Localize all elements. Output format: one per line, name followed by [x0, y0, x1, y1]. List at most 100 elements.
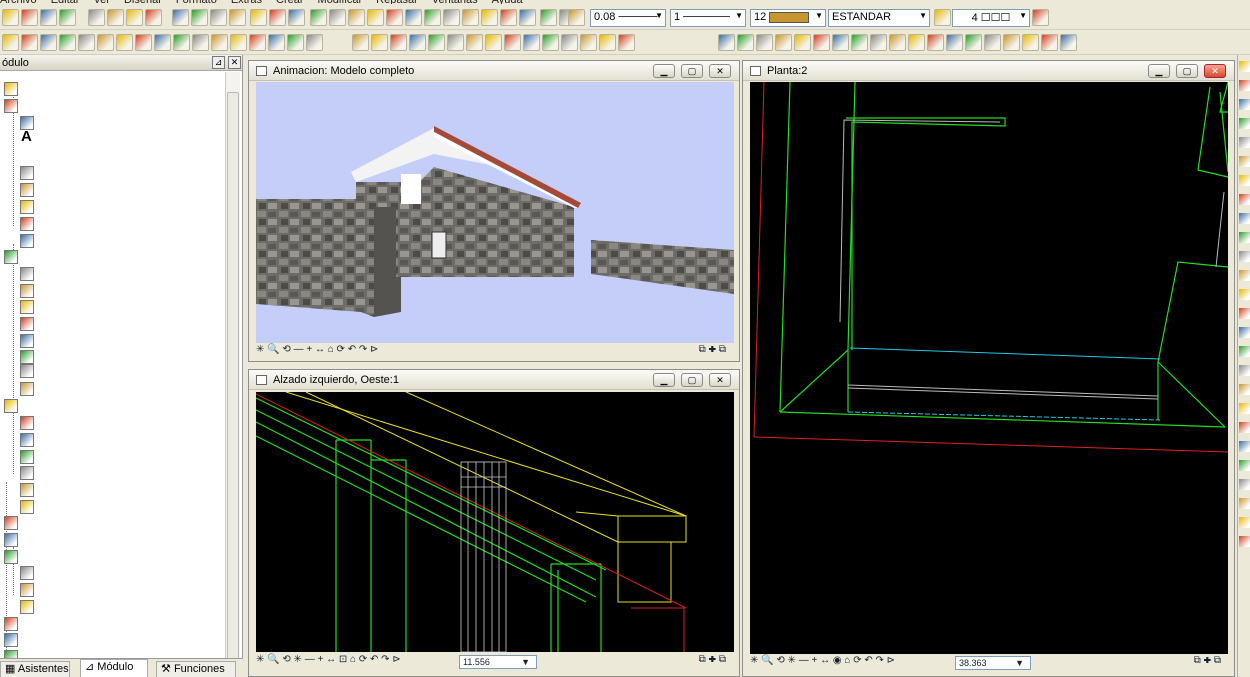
toolbar-tool-icon[interactable]: [1041, 34, 1058, 51]
toolbar-tool-icon[interactable]: [173, 34, 190, 51]
side-tool-icon[interactable]: [1239, 213, 1250, 224]
module-tree-item-icon[interactable]: [4, 617, 18, 631]
toolbar-tool-icon[interactable]: [409, 34, 426, 51]
minimize-button[interactable]: ▁: [1148, 64, 1170, 78]
layer-combo[interactable]: ESTANDAR ▼: [828, 9, 930, 27]
side-tool-icon[interactable]: [1239, 460, 1250, 471]
module-tree-item-icon[interactable]: [20, 284, 34, 298]
toolbar-tool-icon[interactable]: [424, 9, 441, 26]
side-tool-icon[interactable]: [1239, 403, 1250, 414]
module-tree-item-icon[interactable]: [20, 382, 34, 396]
module-tree-item-icon[interactable]: [20, 350, 34, 364]
view-extra-icons[interactable]: ⧉ ✚ ⧉: [699, 344, 726, 355]
module-tree-item-icon[interactable]: [20, 566, 34, 580]
toolbar-tool-icon[interactable]: [618, 34, 635, 51]
toolbar-tool-icon[interactable]: [172, 9, 189, 26]
toolbar-tool-icon[interactable]: [386, 9, 403, 26]
toolbar-tool-icon[interactable]: [2, 9, 19, 26]
plan-window-titlebar[interactable]: Planta:2 ▁ ▢ ✕: [743, 61, 1234, 81]
module-tree-item-icon[interactable]: [20, 334, 34, 348]
toolbar-tool-icon[interactable]: [288, 9, 305, 26]
toolbar-tool-icon[interactable]: [580, 34, 597, 51]
pin-icon[interactable]: ⊿: [212, 56, 225, 69]
animation-window[interactable]: Animacion: Modelo completo ▁ ▢ ✕ ✳ 🔍 ⟲ —…: [248, 60, 740, 362]
toolbar-tool-icon[interactable]: [40, 9, 57, 26]
toolbar-tool-icon[interactable]: [485, 34, 502, 51]
toolbar-tool-icon[interactable]: [756, 34, 773, 51]
side-tool-icon[interactable]: [1239, 441, 1250, 452]
side-tool-icon[interactable]: [1239, 346, 1250, 357]
toolbar-tool-icon[interactable]: [229, 9, 246, 26]
toolbar-tool-icon[interactable]: [561, 34, 578, 51]
toolbar-tool-icon[interactable]: [832, 34, 849, 51]
module-tree-item-icon[interactable]: [20, 500, 34, 514]
toolbar-tool-icon[interactable]: [934, 9, 951, 26]
side-tool-icon[interactable]: [1239, 99, 1250, 110]
elevation-viewport[interactable]: [256, 392, 734, 652]
module-tree-item-icon[interactable]: [20, 183, 34, 197]
side-tool-icon[interactable]: [1239, 327, 1250, 338]
toolbar-tool-icon[interactable]: [908, 34, 925, 51]
tab-asistentes[interactable]: ▦ Asistentes: [0, 661, 70, 677]
toolbar-tool-icon[interactable]: [230, 34, 247, 51]
menu-item-8[interactable]: Repasar: [376, 0, 418, 4]
toolbar-tool-icon[interactable]: [737, 34, 754, 51]
toolbar-tool-icon[interactable]: [107, 9, 124, 26]
toolbar-tool-icon[interactable]: [59, 34, 76, 51]
view-tools-icons[interactable]: ✳ 🔍 ⟲ ✳ — + ↔ ◉ ⌂ ⟳ ↶ ↷ ⊳: [750, 655, 895, 666]
toolbar-tool-icon[interactable]: [1003, 34, 1020, 51]
toolbar-tool-icon[interactable]: [599, 34, 616, 51]
toolbar-tool-icon[interactable]: [794, 34, 811, 51]
toolbar-tool-icon[interactable]: [192, 34, 209, 51]
toolbar-tool-icon[interactable]: [97, 34, 114, 51]
module-tree-item-icon[interactable]: [20, 166, 34, 180]
toolbar-tool-icon[interactable]: [135, 34, 152, 51]
view-extra-icons[interactable]: ⧉ ✚ ⧉: [1194, 655, 1221, 666]
module-tree-item-icon[interactable]: [20, 583, 34, 597]
menu-item-2[interactable]: Ver: [93, 0, 110, 4]
line-thickness-combo[interactable]: 0.08 ───── ▼: [590, 9, 666, 27]
side-tool-icon[interactable]: [1239, 270, 1250, 281]
toolbar-tool-icon[interactable]: [540, 9, 557, 26]
side-tool-icon[interactable]: [1239, 536, 1250, 547]
side-tool-icon[interactable]: [1239, 498, 1250, 509]
toolbar-tool-icon[interactable]: [519, 9, 536, 26]
menu-item-0[interactable]: Archivo: [0, 0, 37, 4]
elevation-scale-combo[interactable]: 11.556 ▼: [459, 655, 537, 669]
maximize-button[interactable]: ▢: [681, 64, 703, 78]
minimize-button[interactable]: ▁: [653, 373, 675, 387]
toolbar-tool-icon[interactable]: [870, 34, 887, 51]
pen-color-combo[interactable]: 12 ▼: [750, 9, 826, 27]
minimize-button[interactable]: ▁: [653, 64, 675, 78]
menu-item-10[interactable]: Ayuda: [492, 0, 523, 4]
toolbar-tool-icon[interactable]: [59, 9, 76, 26]
maximize-button[interactable]: ▢: [681, 373, 703, 387]
toolbar-tool-icon[interactable]: [718, 34, 735, 51]
plan-window[interactable]: Planta:2 ▁ ▢ ✕ ✳ 🔍 ⟲ ✳ — + ↔ ◉ ⌂ ⟳ ↶ ↷ ⊳…: [742, 60, 1235, 677]
menu-item-3[interactable]: Diseñar: [124, 0, 162, 4]
sidebar-scrollbar[interactable]: [225, 72, 240, 677]
side-tool-icon[interactable]: [1239, 61, 1250, 72]
toolbar-tool-icon[interactable]: [348, 9, 365, 26]
toolbar-tool-icon[interactable]: [568, 9, 585, 26]
toolbar-tool-icon[interactable]: [78, 34, 95, 51]
side-tool-icon[interactable]: [1239, 251, 1250, 262]
toolbar-tool-icon[interactable]: [481, 9, 498, 26]
module-tree-item-icon[interactable]: [20, 600, 34, 614]
module-tree-item-icon[interactable]: [20, 416, 34, 430]
text-tool-icon[interactable]: A: [21, 128, 32, 145]
toolbar-tool-icon[interactable]: [1022, 34, 1039, 51]
toolbar-tool-icon[interactable]: [542, 34, 559, 51]
module-tree-item-icon[interactable]: [20, 364, 34, 378]
side-tool-icon[interactable]: [1239, 232, 1250, 243]
tab-modulo[interactable]: ⊿ Módulo: [80, 659, 148, 677]
plan-viewport[interactable]: [750, 82, 1228, 654]
toolbar-tool-icon[interactable]: [21, 9, 38, 26]
toolbar-tool-icon[interactable]: [405, 9, 422, 26]
side-tool-icon[interactable]: [1239, 118, 1250, 129]
toolbar-tool-icon[interactable]: [367, 9, 384, 26]
toolbar-tool-icon[interactable]: [371, 34, 388, 51]
toolbar-tool-icon[interactable]: [443, 9, 460, 26]
toolbar-tool-icon[interactable]: [462, 9, 479, 26]
menu-item-6[interactable]: Crear: [276, 0, 304, 4]
